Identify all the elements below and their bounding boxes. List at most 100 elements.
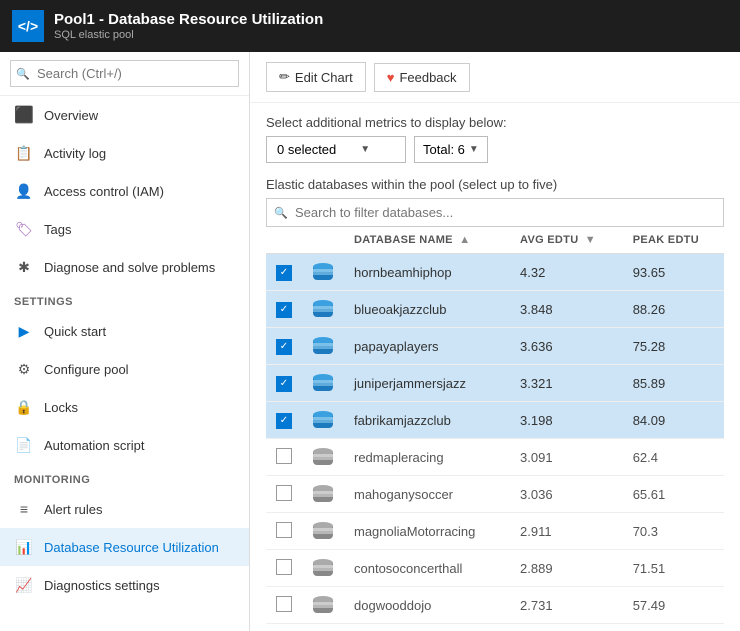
metrics-total-display: Total: 6 ▼ [414,136,488,163]
row-peak-edtu: 62.4 [623,439,724,476]
row-checkbox[interactable] [266,439,302,476]
row-db-name: magnoliaMotorracing [344,513,510,550]
edit-chart-icon: ✏ [279,69,290,85]
sidebar-item-locks[interactable]: 🔒 Locks [0,388,249,426]
app-icon: </> [12,10,44,42]
overview-icon: ⬛ [14,105,34,125]
sidebar-item-activity-log[interactable]: 📋 Activity log [0,134,249,172]
row-peak-edtu: 75.15 [623,624,724,631]
sidebar-item-overview[interactable]: ⬛ Overview [0,96,249,134]
row-peak-edtu: 93.65 [623,254,724,291]
sidebar-item-label: Locks [44,400,78,415]
row-checkbox[interactable]: ✓ [266,365,302,402]
table-row[interactable]: osageopera 2.647 75.15 [266,624,724,631]
table-row[interactable]: ✓ fabrikamjazzclub 3.198 84.09 [266,402,724,439]
row-checkbox[interactable] [266,513,302,550]
sidebar-item-label: Automation script [44,438,144,453]
sidebar-item-label: Activity log [44,146,106,161]
table-row[interactable]: ✓ blueoakjazzclub 3.848 88.26 [266,291,724,328]
table-row[interactable]: ✓ hornbeamhiphop 4.32 93.65 [266,254,724,291]
sidebar-item-automation-script[interactable]: 📄 Automation script [0,426,249,464]
unchecked-icon [276,522,292,538]
row-checkbox[interactable]: ✓ [266,402,302,439]
metrics-selected-dropdown[interactable]: 0 selected ▼ [266,136,406,163]
sidebar-item-tags[interactable]: 🏷 Tags [0,210,249,248]
checked-icon: ✓ [276,339,292,355]
db-cylinder-icon [312,483,334,505]
row-avg-edtu: 3.848 [510,291,623,328]
table-row[interactable]: mahoganysoccer 3.036 65.61 [266,476,724,513]
db-resource-icon: 📊 [14,537,34,557]
table-row[interactable]: magnoliaMotorracing 2.911 70.3 [266,513,724,550]
col-header-peak-edtu[interactable]: PEAK EDTU [623,227,724,254]
unchecked-icon [276,485,292,501]
metrics-select-row: 0 selected ▼ Total: 6 ▼ [266,136,724,163]
sidebar-item-label: Tags [44,222,71,237]
col-header-check [266,227,302,254]
table-row[interactable]: ✓ juniperjammersjazz 3.321 85.89 [266,365,724,402]
table-row[interactable]: ✓ papayaplayers 3.636 75.28 [266,328,724,365]
table-row[interactable]: contosoconcerthall 2.889 71.51 [266,550,724,587]
col-header-name[interactable]: DATABASE NAME ▲ [344,227,510,254]
row-peak-edtu: 85.89 [623,365,724,402]
unchecked-icon [276,596,292,612]
row-checkbox[interactable] [266,624,302,631]
row-db-name: contosoconcerthall [344,550,510,587]
row-avg-edtu: 2.889 [510,550,623,587]
row-db-name: osageopera [344,624,510,631]
sidebar-item-access-control[interactable]: 👤 Access control (IAM) [0,172,249,210]
row-checkbox[interactable] [266,587,302,624]
search-input[interactable] [10,60,239,87]
col-header-avg-edtu[interactable]: AVG EDTU ▼ [510,227,623,254]
checked-icon: ✓ [276,413,292,429]
db-cylinder-icon [312,520,334,542]
sort-arrow-avg: ▼ [585,234,596,246]
row-avg-edtu: 3.091 [510,439,623,476]
configure-pool-icon: ⚙ [14,359,34,379]
row-db-icon [302,476,344,513]
checked-icon: ✓ [276,302,292,318]
db-search-wrap [266,198,724,227]
monitoring-section-label: MONITORING [0,464,249,490]
toolbar: ✏ Edit Chart ♥ Feedback [250,52,740,103]
sidebar-item-quick-start[interactable]: ▶ Quick start [0,312,249,350]
sidebar-search-container [0,52,249,96]
sidebar-item-label: Database Resource Utilization [44,540,219,555]
row-checkbox[interactable]: ✓ [266,254,302,291]
table-row[interactable]: redmapleracing 3.091 62.4 [266,439,724,476]
row-checkbox[interactable]: ✓ [266,291,302,328]
table-row[interactable]: dogwooddojo 2.731 57.49 [266,587,724,624]
sidebar-item-diagnostics[interactable]: 📈 Diagnostics settings [0,566,249,604]
sidebar-item-label: Diagnose and solve problems [44,260,215,275]
diagnostics-icon: 📈 [14,575,34,595]
row-peak-edtu: 57.49 [623,587,724,624]
sidebar-item-alert-rules[interactable]: ≡ Alert rules [0,490,249,528]
row-checkbox[interactable] [266,550,302,587]
unchecked-icon [276,559,292,575]
db-cylinder-icon [312,446,334,468]
edit-chart-button[interactable]: ✏ Edit Chart [266,62,366,92]
row-db-icon [302,624,344,631]
sidebar-item-configure-pool[interactable]: ⚙ Configure pool [0,350,249,388]
row-db-icon [302,513,344,550]
db-search-input[interactable] [266,198,724,227]
row-peak-edtu: 88.26 [623,291,724,328]
metrics-selected-value: 0 selected [277,142,336,157]
feedback-label: Feedback [399,70,456,85]
activity-log-icon: 📋 [14,143,34,163]
db-cylinder-icon [312,594,334,616]
sidebar-item-diagnose[interactable]: ✱ Diagnose and solve problems [0,248,249,286]
row-avg-edtu: 2.647 [510,624,623,631]
locks-icon: 🔒 [14,397,34,417]
row-checkbox[interactable] [266,476,302,513]
sidebar-item-label: Configure pool [44,362,129,377]
sidebar-item-db-resource[interactable]: 📊 Database Resource Utilization [0,528,249,566]
row-avg-edtu: 3.636 [510,328,623,365]
feedback-button[interactable]: ♥ Feedback [374,63,470,92]
main-content: ✏ Edit Chart ♥ Feedback Select additiona… [250,52,740,631]
sort-arrow-name: ▲ [459,234,470,246]
row-avg-edtu: 2.911 [510,513,623,550]
row-db-icon [302,402,344,439]
db-cylinder-icon [312,557,334,579]
row-checkbox[interactable]: ✓ [266,328,302,365]
